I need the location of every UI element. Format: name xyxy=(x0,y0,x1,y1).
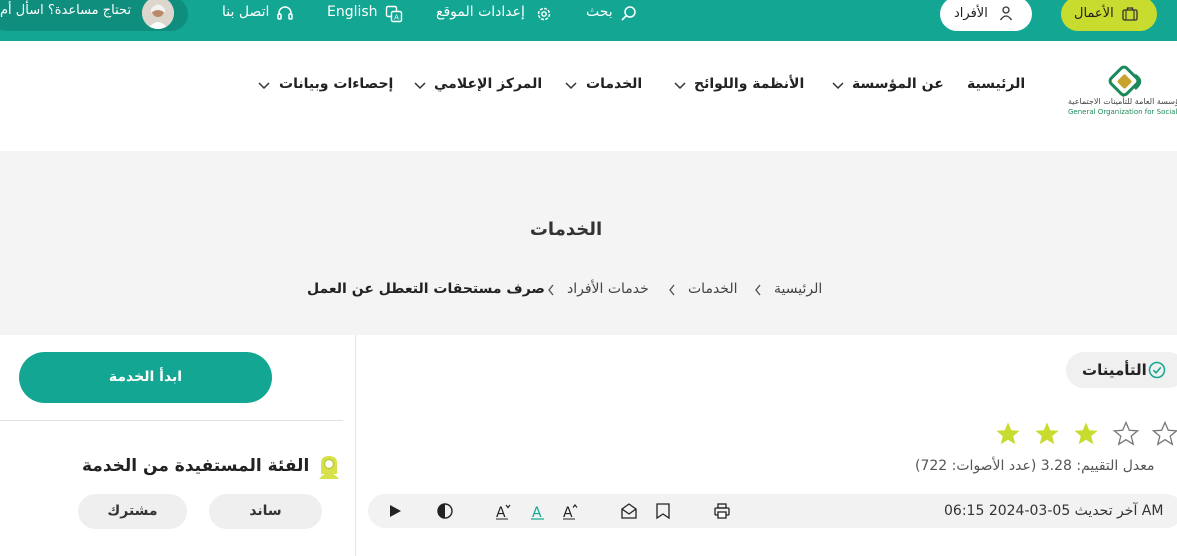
assistant-avatar xyxy=(142,0,174,29)
reset-font-icon[interactable]: A xyxy=(529,502,547,520)
category-badge: التأمينات xyxy=(1066,352,1177,388)
rating-summary: معدل التقييم: 3.28 (عدد الأصوات: 722) xyxy=(915,458,1155,474)
contact-link[interactable]: اتصل بنا xyxy=(222,4,269,20)
star-filled-icon[interactable] xyxy=(995,421,1021,447)
print-icon[interactable] xyxy=(713,502,731,520)
nav-media-center[interactable]: المركز الإعلامي xyxy=(434,76,542,92)
decrease-font-icon[interactable]: A xyxy=(495,502,513,520)
briefcase-icon xyxy=(1122,7,1138,21)
breadcrumb-individual-services[interactable]: خدمات الأفراد xyxy=(567,281,649,297)
nav-services[interactable]: الخدمات xyxy=(586,76,642,92)
increase-font-icon[interactable]: A xyxy=(562,502,580,520)
contrast-icon[interactable] xyxy=(436,502,454,520)
divider xyxy=(0,420,343,421)
chevron-left-icon xyxy=(548,284,554,296)
start-service-button[interactable]: ابدأ الخدمة xyxy=(19,352,272,403)
bookmark-icon[interactable] xyxy=(654,502,672,520)
individuals-label: الأفراد xyxy=(954,6,988,21)
tag-subscriber[interactable]: مشترك xyxy=(78,494,187,529)
translate-icon: A xyxy=(385,5,403,23)
chevron-left-icon xyxy=(669,284,675,296)
language-switch[interactable]: English xyxy=(327,4,378,20)
svg-text:A: A xyxy=(394,14,399,22)
category-label: التأمينات xyxy=(1082,361,1147,379)
site-settings-link[interactable]: إعدادات الموقع xyxy=(436,4,525,20)
user-icon xyxy=(999,6,1013,21)
share-email-icon[interactable] xyxy=(620,502,638,520)
nav-home[interactable]: الرئيسية xyxy=(967,76,1025,92)
chevron-down-icon xyxy=(832,82,844,90)
star-empty-icon[interactable] xyxy=(1113,421,1139,447)
chevron-down-icon xyxy=(414,82,426,90)
last-updated: آخر تحديث 05-03-2024 06:15 AM xyxy=(944,503,1164,519)
individuals-button[interactable]: الأفراد xyxy=(940,0,1032,31)
svg-text:A: A xyxy=(532,505,542,520)
nav-regulations[interactable]: الأنظمة واللوائح xyxy=(694,76,804,92)
search-link[interactable]: بحث xyxy=(586,4,613,20)
svg-text:A: A xyxy=(563,505,573,520)
search-icon xyxy=(621,6,636,21)
service-sidebar: ابدأ الخدمة الفئة المستفيدة من الخدمة سا… xyxy=(0,335,355,556)
headset-icon xyxy=(277,6,293,20)
page-title: الخدمات xyxy=(529,219,603,240)
help-text: تحتاج مساعدة؟ اسأل أم xyxy=(0,3,132,18)
top-bar: تحتاج مساعدة؟ اسأل أم اتصل بنا English A… xyxy=(0,0,1177,41)
svg-text:A: A xyxy=(496,505,506,520)
chevron-down-icon xyxy=(258,82,270,90)
chevron-down-icon xyxy=(674,82,686,90)
beneficiary-title: الفئة المستفيدة من الخدمة xyxy=(82,456,310,476)
tag-saned[interactable]: ساند xyxy=(209,494,322,529)
logo[interactable]: المؤسسة العامة للتأمينات الاجتماعية Gene… xyxy=(1065,65,1177,125)
business-label: الأعمال xyxy=(1074,6,1114,21)
nav-about[interactable]: عن المؤسسة xyxy=(852,76,944,92)
star-empty-icon[interactable] xyxy=(1152,421,1177,447)
help-assistant[interactable]: تحتاج مساعدة؟ اسأل أم xyxy=(0,0,188,31)
breadcrumb-current: صرف مستحقات التعطل عن العمل xyxy=(307,281,545,297)
breadcrumb-home[interactable]: الرئيسية xyxy=(774,281,822,297)
chevron-left-icon xyxy=(755,284,761,296)
star-filled-icon[interactable] xyxy=(1073,421,1099,447)
breadcrumb-services[interactable]: الخدمات xyxy=(688,281,738,297)
logo-text-ar: المؤسسة العامة للتأمينات الاجتماعية xyxy=(1068,97,1177,106)
star-filled-icon[interactable] xyxy=(1034,421,1060,447)
nav-statistics[interactable]: إحصاءات وبيانات xyxy=(279,76,393,92)
page-banner: الخدمات الرئيسية الخدمات خدمات الأفراد ص… xyxy=(0,151,1177,335)
logo-text-en: General Organization for Social Insuranc… xyxy=(1068,108,1177,116)
gear-icon xyxy=(537,7,551,21)
main-header: المؤسسة العامة للتأمينات الاجتماعية Gene… xyxy=(0,41,1177,151)
person-badge-icon xyxy=(319,456,339,479)
check-circle-icon xyxy=(1148,361,1166,379)
business-button[interactable]: الأعمال xyxy=(1061,0,1157,31)
chevron-down-icon xyxy=(565,82,577,90)
play-icon[interactable] xyxy=(386,502,404,520)
